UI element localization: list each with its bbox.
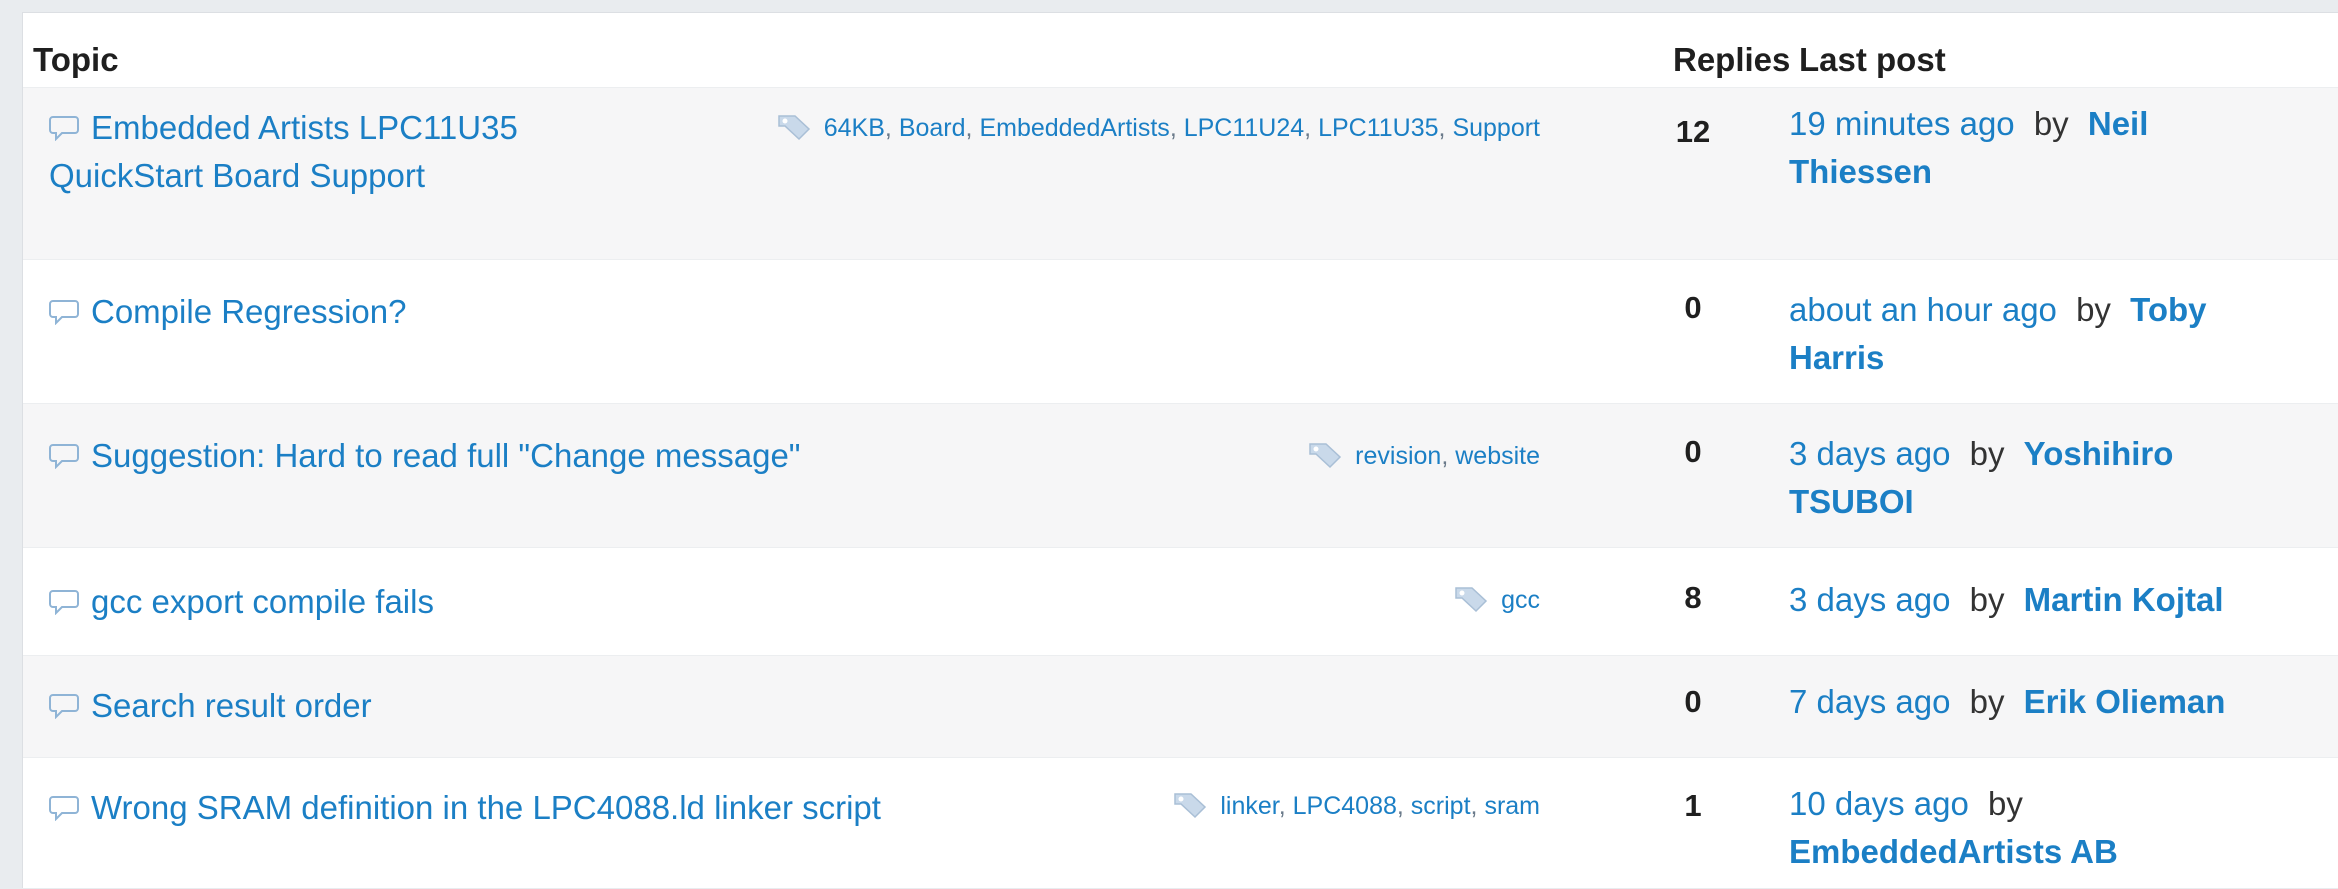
tag-separator: , [1304,114,1319,142]
by-label: by [1960,581,2014,618]
reply-count: 0 [1684,290,1702,325]
last-post-time-link[interactable]: 19 minutes ago [1789,105,2015,142]
last-post: 3 days ago by Martin Kojtal [1789,576,2309,624]
topic-link[interactable]: Search result order [49,682,372,730]
tag-list: revision, website [1307,440,1540,471]
tag-separator: , [965,114,980,142]
tag-link[interactable]: 64KB [824,114,885,142]
topic-title-line1: Compile Regression? [91,293,407,330]
last-post-time-link[interactable]: 7 days ago [1789,683,1950,720]
speech-bubble-icon [49,106,79,142]
tag-link[interactable]: LPC4088 [1293,792,1397,820]
topic-title-line2: QuickStart Board Support [49,157,426,194]
author-link[interactable]: Neil [2088,105,2149,142]
author-link-line2[interactable]: Harris [1789,339,1884,376]
by-label: by [1960,683,2014,720]
last-post: about an hour ago by Toby Harris [1789,286,2309,382]
topic-link[interactable]: Embedded Artists LPC11U35 QuickStart Boar… [49,104,518,200]
tag-separator: , [884,114,899,142]
topic-link[interactable]: Wrong SRAM definition in the LPC4088.ld … [49,784,881,832]
header-replies: Replies [1673,41,1791,78]
reply-count: 0 [1684,434,1702,469]
tag-link[interactable]: Board [899,114,966,142]
speech-bubble-icon [49,684,79,720]
tag-list: 64KB, Board, EmbeddedArtists, LPC11U24, … [776,112,1540,143]
author-link[interactable]: Yoshihiro [2024,435,2174,472]
table-row: Wrong SRAM definition in the LPC4088.ld … [23,757,2338,889]
author-link[interactable]: Toby [2130,291,2206,328]
tag-link[interactable]: gcc [1501,586,1540,614]
tag-separator: , [1169,114,1184,142]
tag-link[interactable]: revision [1355,442,1441,470]
topic-title-line1: Search result order [91,687,372,724]
tag-link[interactable]: LPC11U35 [1318,114,1438,142]
author-link[interactable]: Erik Olieman [2024,683,2226,720]
tag-link[interactable]: Support [1452,114,1540,142]
tag-link[interactable]: linker [1220,792,1278,820]
reply-count: 12 [1675,114,1711,149]
tag-link[interactable]: sram [1484,792,1540,820]
table-row: Suggestion: Hard to read full "Change me… [23,403,2338,547]
table-row: gcc export compile fails gcc 8 3 days ago b… [23,547,2338,655]
last-post: 3 days ago by Yoshihiro TSUBOI [1789,430,2309,526]
topic-link[interactable]: gcc export compile fails [49,578,434,626]
tag-link[interactable]: script [1411,792,1471,820]
last-post-time-link[interactable]: 3 days ago [1789,581,1950,618]
by-label: by [2024,105,2078,142]
by-label: by [1960,435,2014,472]
tag-link[interactable]: LPC11U24 [1184,114,1304,142]
author-link-line2[interactable]: EmbeddedArtists AB [1789,833,2118,870]
topic-title-line1: Embedded Artists LPC11U35 [91,109,518,146]
tag-separator: , [1441,442,1456,470]
table-row: Embedded Artists LPC11U35 QuickStart Boar… [23,87,2338,259]
reply-count: 0 [1684,684,1702,719]
tag-list: gcc [1453,584,1540,615]
speech-bubble-icon [49,580,79,616]
speech-bubble-icon [49,290,79,326]
author-link-line2[interactable]: TSUBOI [1789,483,1914,520]
last-post: 7 days ago by Erik Olieman [1789,678,2309,726]
reply-count: 1 [1684,788,1702,823]
header-topic: Topic [33,41,119,78]
tag-icon [1453,584,1493,614]
topic-link[interactable]: Compile Regression? [49,288,406,336]
tag-list: linker, LPC4088, script, sram [1172,790,1540,821]
last-post-time-link[interactable]: 10 days ago [1789,785,1969,822]
forum-topic-list: Topic Replies Last post Embedded Artists… [22,12,2338,888]
topic-link[interactable]: Suggestion: Hard to read full "Change me… [49,432,801,480]
topic-title-line1: Suggestion: Hard to read full "Change me… [91,437,801,474]
author-link[interactable]: Martin Kojtal [2024,581,2224,618]
last-post-time-link[interactable]: 3 days ago [1789,435,1950,472]
tag-icon [1307,440,1347,470]
header-last-post: Last post [1799,41,1946,78]
author-link-line2[interactable]: Thiessen [1789,153,1932,190]
tag-separator: , [1396,792,1411,820]
tag-icon [776,112,816,142]
topic-title-line1: Wrong SRAM definition in the LPC4088.ld … [91,789,881,826]
tag-separator: , [1470,792,1485,820]
last-post: 19 minutes ago by Neil Thiessen [1789,100,2309,196]
tag-link[interactable]: EmbeddedArtists [979,114,1169,142]
tag-icon [1172,790,1212,820]
tag-link[interactable]: website [1455,442,1540,470]
reply-count: 8 [1684,580,1702,615]
by-label: by [2066,291,2121,328]
last-post: 10 days ago by EmbeddedArtists AB [1789,780,2309,876]
table-row: Search result order 0 7 days ago by Erik O… [23,655,2338,757]
last-post-time-link[interactable]: about an hour ago [1789,291,2057,328]
topic-title-line1: gcc export compile fails [91,583,434,620]
tag-separator: , [1438,114,1453,142]
table-row: Compile Regression? 0 about an hour ago by… [23,259,2338,403]
by-label: by [1978,785,2023,822]
tag-separator: , [1278,792,1293,820]
speech-bubble-icon [49,786,79,822]
speech-bubble-icon [49,434,79,470]
